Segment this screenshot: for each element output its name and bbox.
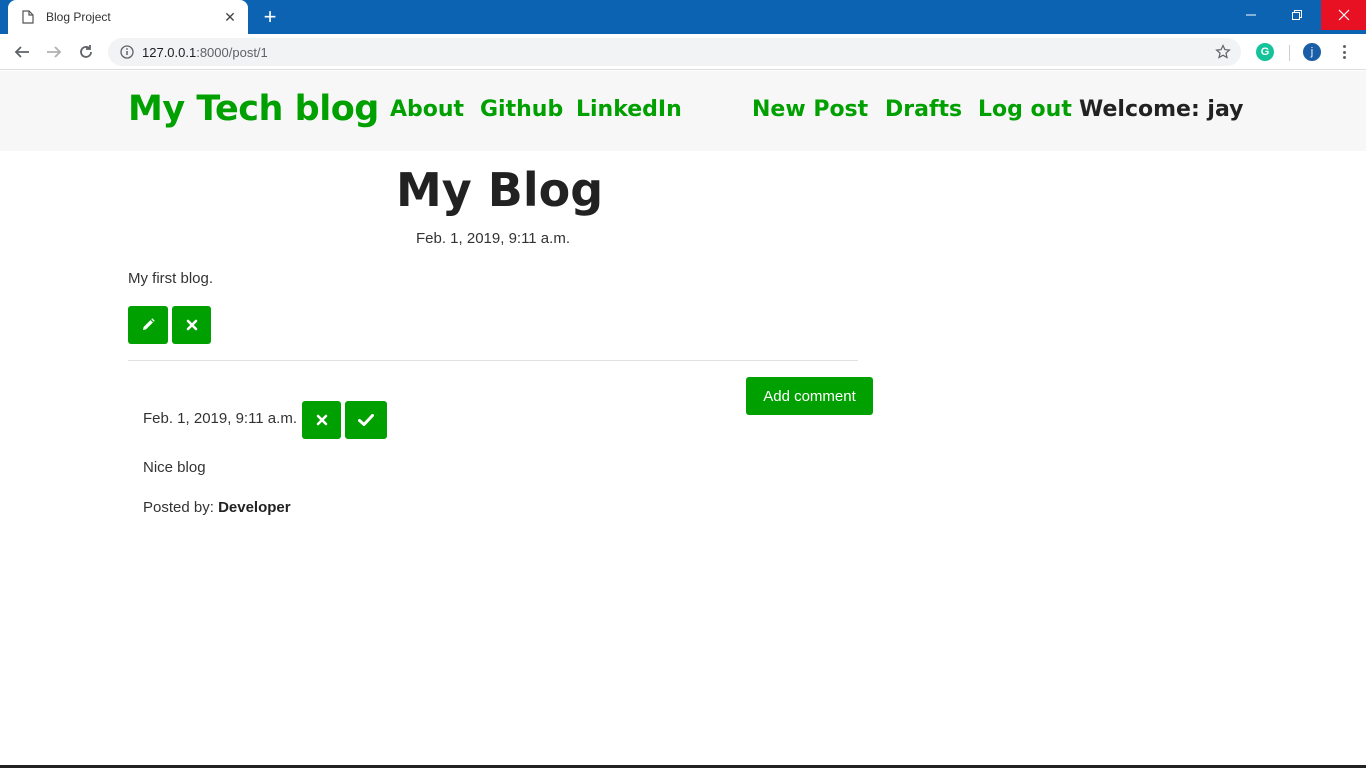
address-bar[interactable]: 127.0.0.1:8000/post/1	[108, 38, 1241, 66]
info-icon[interactable]	[120, 45, 134, 59]
forward-arrow-icon[interactable]	[42, 40, 66, 64]
browser-menu-icon[interactable]	[1336, 43, 1352, 61]
edit-post-button[interactable]	[128, 306, 168, 344]
tab-title: Blog Project	[46, 10, 111, 24]
remove-icon	[316, 414, 327, 426]
checkmark-icon	[358, 414, 374, 426]
comment-date: Feb. 1, 2019, 9:11 a.m.	[143, 410, 297, 427]
nav-link-log-out[interactable]: Log out	[978, 97, 1072, 122]
profile-avatar[interactable]: j	[1303, 43, 1321, 61]
post-body: My first blog.	[128, 270, 214, 287]
back-arrow-icon[interactable]	[10, 40, 34, 64]
post-title: My Blog	[396, 163, 604, 217]
comment-text: Nice blog	[143, 459, 206, 476]
toolbar-separator	[1289, 45, 1290, 61]
minimize-window-button[interactable]	[1228, 0, 1274, 30]
nav-link-github[interactable]: Github	[480, 97, 563, 122]
bookmark-star-icon[interactable]	[1215, 44, 1231, 60]
nav-link-drafts[interactable]: Drafts	[885, 97, 962, 122]
close-tab-icon[interactable]: ✕	[222, 9, 238, 25]
post-date: Feb. 1, 2019, 9:11 a.m.	[416, 230, 570, 247]
welcome-text: Welcome: jay	[1079, 97, 1244, 122]
restore-window-button[interactable]	[1274, 0, 1320, 30]
comment-author: Developer	[218, 499, 291, 516]
url-host: 127.0.0.1	[142, 44, 197, 60]
url-path: :8000/post/1	[196, 44, 268, 60]
delete-post-button[interactable]	[172, 306, 211, 344]
new-tab-button[interactable]: +	[259, 6, 281, 29]
grammarly-extension-icon[interactable]: G	[1256, 43, 1274, 61]
nav-link-linkedin[interactable]: LinkedIn	[576, 97, 682, 122]
posted-by-label: Posted by:	[143, 499, 214, 516]
nav-link-new-post[interactable]: New Post	[752, 97, 868, 122]
add-comment-button[interactable]: Add comment	[746, 377, 873, 415]
approve-comment-button[interactable]	[345, 401, 387, 439]
reload-icon[interactable]	[74, 40, 98, 64]
nav-link-about[interactable]: About	[390, 97, 464, 122]
comment-author-line: Posted by: Developer	[143, 499, 291, 516]
post-divider	[128, 360, 858, 361]
remove-comment-button[interactable]	[302, 401, 341, 439]
site-navbar: My Tech blog About Github LinkedIn New P…	[0, 71, 1366, 151]
page-icon	[22, 10, 36, 24]
remove-icon	[186, 319, 197, 331]
browser-titlebar: Blog Project ✕ +	[0, 0, 1366, 34]
brand-link[interactable]: My Tech blog	[128, 89, 379, 129]
close-window-button[interactable]	[1321, 0, 1366, 30]
browser-toolbar: 127.0.0.1:8000/post/1 G j	[0, 34, 1366, 70]
browser-tab[interactable]: Blog Project ✕	[8, 0, 248, 34]
pencil-icon	[143, 318, 155, 330]
